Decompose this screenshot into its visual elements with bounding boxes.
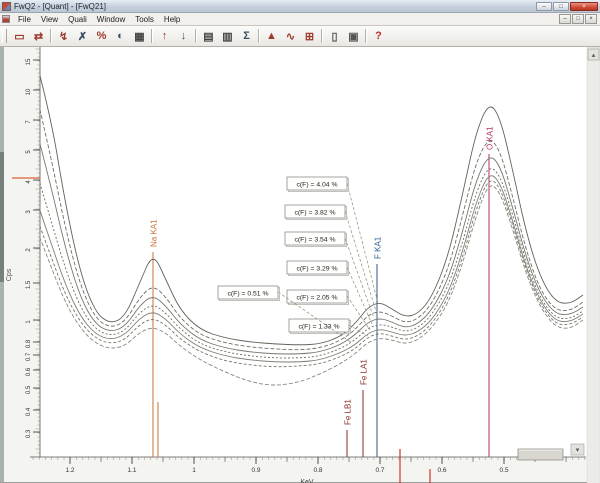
toolbar-button-element-up[interactable]: ↑ — [155, 28, 174, 45]
toolbar-button-report[interactable]: ▥ — [218, 28, 237, 45]
spectrum-plot: ▴1510754321.510.80.70.60.50.40.3Cps1.21.… — [0, 47, 600, 483]
toolbar-separator — [50, 29, 52, 43]
toolbar-button-measure[interactable]: ✗ — [73, 28, 92, 45]
application-window: FwQ2 - [Quant] - [FwQ21] –□× FileViewQua… — [0, 0, 600, 483]
mdi-close-button[interactable]: × — [585, 14, 597, 24]
scroll-down-arrow-icon: ▾ — [576, 447, 580, 454]
toolbar-button-help[interactable]: ? — [369, 28, 388, 45]
y-tick-label: 0.7 — [26, 352, 32, 361]
y-tick-label: 0.4 — [26, 407, 32, 416]
menu-item-help[interactable]: Help — [159, 14, 185, 25]
x-tick-label: 0.6 — [437, 467, 446, 474]
scroll-up-arrow-icon: ▴ — [592, 52, 596, 59]
toolbar-button-print-setup[interactable]: ▦ — [130, 28, 149, 45]
toolbar: ▭⇄ ↯✗%◐▦ ↑↓ ▤▥Σ ▲∿⊞ ▯▣? — [0, 26, 600, 47]
toolbar-button-element-down[interactable]: ↓ — [174, 28, 193, 45]
menu-item-window[interactable]: Window — [92, 14, 130, 25]
toolbar-grip-handle[interactable] — [2, 29, 7, 43]
document-icon[interactable] — [2, 15, 10, 23]
toolbar-separator — [258, 29, 260, 43]
app-icon — [2, 2, 11, 11]
concentration-value: c(F) = 2.05 % — [297, 295, 338, 302]
toolbar-button-spectrum[interactable]: ∿ — [281, 28, 300, 45]
mdi-restore-button[interactable]: □ — [572, 14, 584, 24]
window-edge-shadow — [0, 152, 4, 282]
maximize-button[interactable]: □ — [553, 2, 569, 11]
plot-container: ▴1510754321.510.80.70.60.50.40.3Cps1.21.… — [0, 47, 600, 483]
element-label-fe-lb1: Fe LB1 — [344, 399, 353, 425]
toolbar-button-ratio[interactable]: ◐ — [111, 28, 130, 45]
toolbar-button-table[interactable]: ▤ — [199, 28, 218, 45]
menu-item-file[interactable]: File — [13, 14, 36, 25]
y-tick-label: 10 — [26, 88, 32, 95]
x-tick-label: 1.1 — [127, 467, 136, 474]
y-tick-label: 15 — [26, 58, 32, 65]
concentration-value: c(F) = 3.82 % — [295, 210, 336, 217]
menu-items: FileViewQualiWindowToolsHelp — [13, 14, 185, 25]
mdi-minimize-button[interactable]: – — [559, 14, 571, 24]
toolbar-button-print[interactable]: ▣ — [344, 28, 363, 45]
y-axis-unit-label: Cps — [6, 268, 13, 281]
x-tick-label: 0.9 — [251, 467, 260, 474]
element-label-o-ka1: O KA1 — [486, 126, 495, 150]
toolbar-button-sum[interactable]: Σ — [237, 28, 256, 45]
element-label-na-ka1: Na KA1 — [150, 219, 159, 247]
x-tick-label: 0.8 — [313, 467, 322, 474]
toolbar-separator — [195, 29, 197, 43]
toolbar-separator — [151, 29, 153, 43]
titlebar[interactable]: FwQ2 - [Quant] - [FwQ21] –□× — [0, 0, 600, 13]
minimize-button[interactable]: – — [536, 2, 552, 11]
x-axis-unit-label: KeV — [300, 479, 314, 483]
mdi-controls: –□× — [559, 14, 600, 24]
y-tick-label: 1.5 — [26, 280, 32, 289]
toolbar-separator — [365, 29, 367, 43]
concentration-value: c(F) = 3.29 % — [297, 266, 338, 273]
toolbar-button-new-document[interactable]: ▯ — [325, 28, 344, 45]
element-label-fe-la1: Fe LA1 — [360, 359, 369, 385]
window-title: FwQ2 - [Quant] - [FwQ21] — [14, 2, 106, 11]
toolbar-button-open-file[interactable]: ▭ — [10, 28, 29, 45]
menubar: FileViewQualiWindowToolsHelp –□× — [0, 13, 600, 26]
concentration-value: c(F) = 0.51 % — [228, 291, 269, 298]
x-tick-label: 1 — [192, 467, 196, 474]
toolbar-button-peaks[interactable]: ▲ — [262, 28, 281, 45]
y-tick-label: 0.3 — [26, 429, 32, 438]
y-tick-label: 0.5 — [26, 385, 32, 394]
x-tick-label: 0.7 — [375, 467, 384, 474]
h-scroll-thumb[interactable] — [518, 449, 563, 460]
y-tick-label: 0.6 — [26, 367, 32, 376]
x-tick-label: 1.2 — [65, 467, 74, 474]
y-tick-label: 0.8 — [26, 339, 32, 348]
plot-area — [40, 47, 587, 457]
toolbar-buttons: ▭⇄ ↯✗%◐▦ ↑↓ ▤▥Σ ▲∿⊞ ▯▣? — [10, 28, 388, 45]
menu-item-quali[interactable]: Quali — [63, 14, 92, 25]
toolbar-button-connect[interactable]: ↯ — [54, 28, 73, 45]
concentration-value: c(F) = 3.54 % — [295, 237, 336, 244]
x-tick-label: 0.5 — [499, 467, 508, 474]
toolbar-button-import[interactable]: ⇄ — [29, 28, 48, 45]
close-button[interactable]: × — [570, 2, 598, 11]
menu-item-view[interactable]: View — [36, 14, 63, 25]
element-label-f-ka1: F KA1 — [374, 236, 383, 259]
window-controls: –□× — [536, 2, 600, 11]
menu-item-tools[interactable]: Tools — [130, 14, 159, 25]
concentration-value: c(F) = 1.33 % — [299, 324, 340, 331]
toolbar-button-percent[interactable]: % — [92, 28, 111, 45]
concentration-value: c(F) = 4.04 % — [297, 182, 338, 189]
toolbar-button-periodic-table[interactable]: ⊞ — [300, 28, 319, 45]
toolbar-separator — [321, 29, 323, 43]
vertical-scrollbar-track[interactable] — [587, 47, 600, 483]
